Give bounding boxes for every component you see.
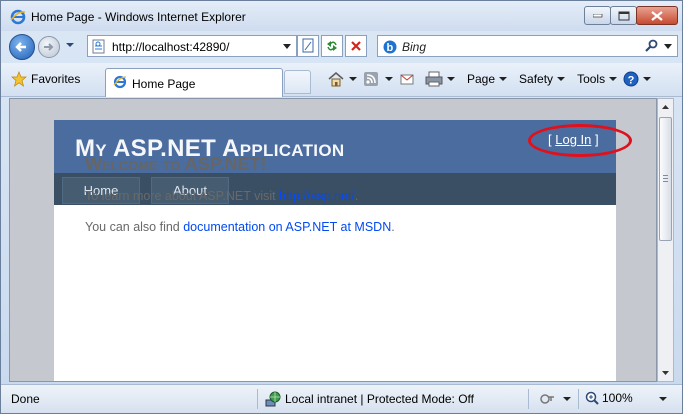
address-dropdown-icon[interactable] bbox=[283, 44, 292, 50]
help-icon: ? bbox=[623, 71, 639, 87]
new-tab-button[interactable] bbox=[284, 70, 311, 94]
safety-menu-caret-icon bbox=[557, 77, 566, 81]
address-row: http://localhost:42890/ b Bing bbox=[1, 31, 682, 63]
ie-logo-icon bbox=[10, 9, 26, 25]
tools-menu-label: Tools bbox=[577, 72, 606, 86]
address-url: http://localhost:42890/ bbox=[112, 40, 230, 54]
zoom-dropdown-icon[interactable] bbox=[659, 397, 667, 401]
svg-text:?: ? bbox=[628, 75, 635, 87]
web-page: My ASP.NET Application [ Log In ] Home A… bbox=[54, 120, 632, 381]
scroll-down-icon[interactable] bbox=[658, 364, 673, 381]
maximize-icon bbox=[618, 11, 629, 20]
refresh-icon bbox=[327, 41, 337, 51]
page-menu-caret-icon bbox=[499, 77, 508, 81]
security-zone-label: Local intranet | Protected Mode: Off bbox=[285, 392, 474, 406]
rss-feed-icon bbox=[364, 72, 378, 86]
asp-net-link[interactable]: http://asp.net/ bbox=[279, 189, 355, 203]
feeds-button[interactable] bbox=[363, 71, 381, 87]
stop-button[interactable] bbox=[345, 35, 367, 57]
mail-icon bbox=[400, 74, 414, 85]
printer-icon bbox=[425, 71, 443, 87]
tab-home-page[interactable]: Home Page bbox=[105, 68, 283, 97]
forward-button[interactable] bbox=[38, 36, 60, 58]
forward-arrow-icon bbox=[44, 43, 54, 51]
feeds-dropdown-icon[interactable] bbox=[385, 77, 393, 81]
search-icon[interactable] bbox=[645, 39, 659, 53]
page-menu-label: Page bbox=[467, 72, 496, 86]
highlight-circle bbox=[528, 124, 632, 157]
help-button[interactable]: ? bbox=[623, 71, 641, 87]
back-arrow-icon bbox=[15, 42, 26, 52]
help-dropdown-icon[interactable] bbox=[643, 77, 652, 81]
status-text: Done bbox=[11, 392, 40, 406]
print-dropdown-icon[interactable] bbox=[447, 77, 455, 81]
learn-more-prefix: To learn more about ASP.NET visit bbox=[85, 189, 280, 203]
title-bar: Home Page - Windows Internet Explorer bbox=[1, 1, 682, 31]
status-divider bbox=[257, 389, 258, 409]
window-title: Home Page - Windows Internet Explorer bbox=[31, 10, 246, 24]
compatibility-icon bbox=[302, 38, 314, 53]
bing-logo-icon: b bbox=[383, 40, 397, 54]
scroll-up-icon[interactable] bbox=[658, 99, 673, 116]
search-dropdown-icon[interactable] bbox=[664, 44, 673, 50]
status-divider bbox=[578, 389, 579, 409]
command-bar: Favorites Home Page Page Safety Tools ? bbox=[1, 63, 682, 97]
zoom-level: 100% bbox=[602, 391, 633, 405]
home-dropdown-icon[interactable] bbox=[349, 77, 357, 81]
protected-mode-dropdown-icon[interactable] bbox=[563, 397, 571, 401]
browser-window: Home Page - Windows Internet Explorer ht… bbox=[0, 0, 683, 414]
vertical-scrollbar[interactable] bbox=[657, 98, 674, 382]
page-menu[interactable]: Page bbox=[467, 72, 513, 86]
window-controls bbox=[584, 6, 678, 25]
ie-tab-icon bbox=[113, 75, 127, 89]
history-dropdown-icon[interactable] bbox=[65, 40, 75, 50]
minimize-icon bbox=[592, 13, 602, 17]
minimize-button[interactable] bbox=[584, 6, 611, 25]
read-mail-button[interactable] bbox=[399, 71, 417, 87]
close-icon bbox=[651, 10, 663, 21]
scroll-grip-icon bbox=[663, 175, 668, 182]
home-button[interactable] bbox=[327, 71, 345, 87]
favorites-button[interactable]: Favorites bbox=[11, 71, 80, 87]
svg-text:b: b bbox=[387, 42, 394, 54]
home-icon bbox=[328, 72, 344, 87]
status-bar: Done Local intranet | Protected Mode: Of… bbox=[1, 384, 682, 413]
back-button[interactable] bbox=[9, 34, 35, 60]
safety-menu-label: Safety bbox=[519, 72, 554, 86]
documentation-suffix: . bbox=[391, 220, 395, 234]
welcome-heading: Welcome to ASP.NET! bbox=[85, 154, 267, 174]
search-field[interactable]: b Bing bbox=[377, 35, 678, 57]
learn-more-suffix: . bbox=[354, 189, 359, 203]
star-icon bbox=[11, 71, 27, 87]
tab-title: Home Page bbox=[132, 77, 196, 91]
tools-menu[interactable]: Tools bbox=[577, 72, 623, 86]
msdn-documentation-link[interactable]: documentation on ASP.NET at MSDN bbox=[183, 220, 391, 234]
favorites-label: Favorites bbox=[31, 72, 81, 86]
zoom-icon bbox=[585, 391, 599, 405]
page-icon bbox=[92, 39, 105, 54]
page-viewport: My ASP.NET Application [ Log In ] Home A… bbox=[9, 98, 657, 382]
security-zone[interactable]: Local intranet | Protected Mode: Off bbox=[265, 391, 474, 407]
command-tools: Page Safety Tools ? bbox=[327, 71, 657, 87]
stop-icon bbox=[351, 41, 361, 51]
search-placeholder: Bing bbox=[402, 40, 427, 54]
tools-menu-caret-icon bbox=[609, 77, 618, 81]
close-button[interactable] bbox=[636, 6, 678, 25]
learn-more-text: To learn more about ASP.NET visit http:/… bbox=[85, 189, 395, 203]
maximize-button[interactable] bbox=[610, 6, 637, 25]
scroll-thumb[interactable] bbox=[659, 117, 672, 241]
intranet-globe-icon bbox=[265, 391, 281, 407]
refresh-button[interactable] bbox=[321, 35, 343, 57]
safety-menu[interactable]: Safety bbox=[519, 72, 571, 86]
documentation-text: You can also find documentation on ASP.N… bbox=[85, 220, 395, 234]
status-divider bbox=[528, 389, 529, 409]
documentation-prefix: You can also find bbox=[85, 220, 184, 234]
protected-mode-icon[interactable] bbox=[539, 391, 555, 407]
address-field[interactable]: http://localhost:42890/ bbox=[87, 35, 297, 57]
compatibility-view-button[interactable] bbox=[297, 35, 319, 57]
zoom-control[interactable]: 100% bbox=[585, 391, 633, 405]
print-button[interactable] bbox=[425, 71, 443, 87]
